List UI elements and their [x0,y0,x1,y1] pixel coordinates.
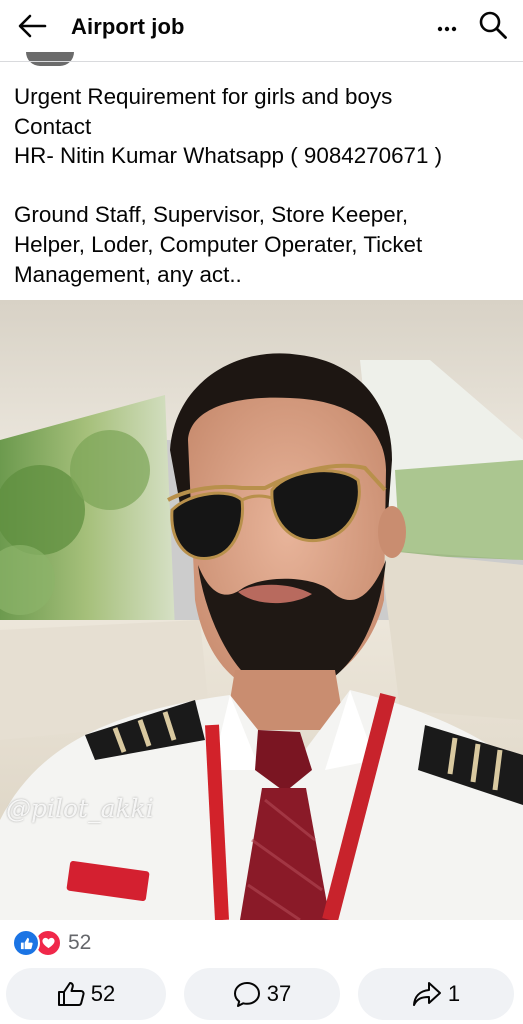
like-button[interactable]: 52 [6,968,166,1020]
thumbs-up-icon [57,981,85,1007]
top-bar: Airport job [0,0,523,58]
image-watermark: @pilot_akki [6,794,154,823]
search-icon [478,10,508,45]
like-reaction-icon [12,929,40,957]
comment-button[interactable]: 37 [184,968,340,1020]
back-button[interactable] [14,12,50,44]
page-title: Airport job [71,14,185,39]
post-line[interactable]: Management, any act.. [14,260,514,290]
arrow-left-icon [17,13,47,44]
share-button[interactable]: 1 [358,968,514,1020]
post-line: Ground Staff, Supervisor, Store Keeper, [14,202,409,228]
post-line: Helper, Loder, Computer Operater, Ticket [14,231,423,257]
avatar[interactable] [26,52,74,66]
post-line: HR- Nitin Kumar Whatsapp ( 9084270671 ) [14,143,443,169]
comment-count: 37 [266,981,292,1006]
more-options-button[interactable] [432,14,462,42]
post-line: Urgent Requirement for girls and boys [14,84,393,109]
post-photo[interactable] [0,300,523,920]
post-body: Urgent Requirement for girls and boys Co… [14,82,514,289]
reaction-count: 52 [68,931,92,954]
reaction-summary[interactable]: 52 [12,929,92,957]
comment-icon [233,981,261,1008]
post-actions: 52 37 1 [0,966,523,1022]
divider [0,61,523,62]
post-line: Contact [14,113,92,139]
share-count: 1 [447,981,461,1006]
share-icon [412,981,442,1007]
search-button[interactable] [476,10,510,44]
more-horizontal-icon [437,19,457,37]
like-count: 52 [90,981,116,1006]
